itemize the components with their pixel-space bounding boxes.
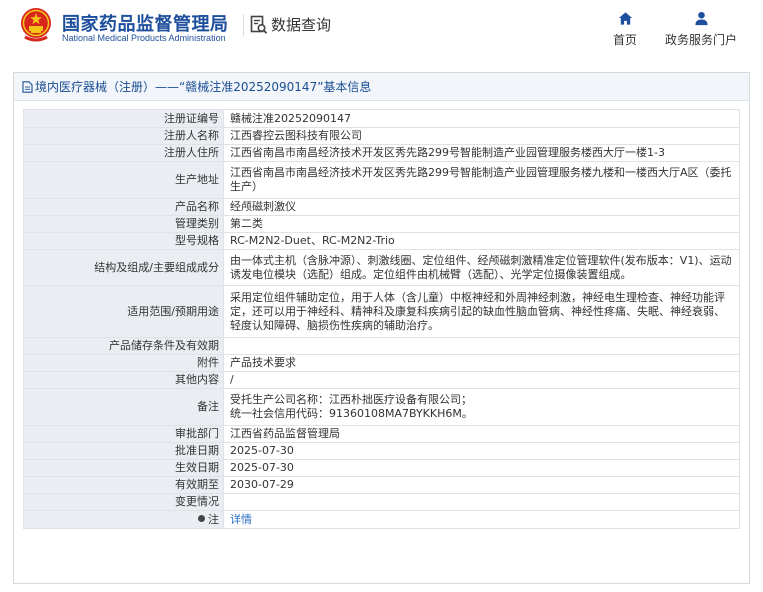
table-row: 生产地址 江西省南昌市南昌经济技术开发区秀先路299号智能制造产业园管理服务楼九… (23, 161, 740, 199)
row-value: 2030-07-29 (223, 476, 740, 494)
bullet-icon (198, 514, 205, 522)
row-label: 其他内容 (23, 371, 224, 389)
user-icon (694, 11, 708, 26)
data-query-link[interactable]: 数据查询 (250, 14, 331, 35)
row-label: 备注 (23, 388, 224, 426)
table-row: 其他内容 / (23, 371, 740, 389)
row-label: 型号规格 (23, 232, 224, 250)
table-row: 产品名称 经颅磁刺激仪 (23, 198, 740, 216)
row-value (223, 337, 740, 355)
panel-header: 境内医疗器械（注册）——“赣械注准20252090147”基本信息 (14, 73, 749, 101)
table-row: 注册人住所 江西省南昌市南昌经济技术开发区秀先路299号智能制造产业园管理服务楼… (23, 144, 740, 162)
row-label: 注 (23, 510, 224, 529)
row-value (223, 493, 740, 511)
table-row: 注册证编号 赣械注准20252090147 (23, 109, 740, 128)
row-label: 有效期至 (23, 476, 224, 494)
nav-home[interactable]: 首页 (608, 11, 642, 48)
table-row: 适用范围/预期用途 采用定位组件辅助定位，用于人体（含儿童）中枢神经和外周神经刺… (23, 285, 740, 338)
row-label: 适用范围/预期用途 (23, 285, 224, 338)
table-row: 附件 产品技术要求 (23, 354, 740, 372)
row-label: 注册人名称 (23, 127, 224, 145)
table-row: 变更情况 (23, 493, 740, 511)
row-label: 产品储存条件及有效期 (23, 337, 224, 355)
row-value: 受托生产公司名称：江西朴拙医疗设备有限公司； 统一社会信用代码：91360108… (223, 388, 740, 426)
row-value: 江西省南昌市南昌经济技术开发区秀先路299号智能制造产业园管理服务楼九楼和一楼西… (223, 161, 740, 199)
row-label: 批准日期 (23, 442, 224, 460)
table-row: 注册人名称 江西睿控云图科技有限公司 (23, 127, 740, 145)
row-label: 注册证编号 (23, 109, 224, 128)
table-row: 产品储存条件及有效期 (23, 337, 740, 355)
nav-service-portal-label: 政务服务门户 (664, 33, 737, 47)
row-label: 变更情况 (23, 493, 224, 511)
entrusted-company-line: 受托生产公司名称：江西朴拙医疗设备有限公司； (230, 393, 472, 406)
credit-code-line: 统一社会信用代码：91360108MA7BYKKH6M。 (230, 407, 473, 420)
details-link[interactable]: 详情 (223, 510, 740, 529)
table-row: 有效期至 2030-07-29 (23, 476, 740, 494)
table-row: 注 详情 (23, 510, 740, 529)
row-value: 江西省药品监督管理局 (223, 425, 740, 443)
table-row: 型号规格 RC-M2N2-Duet、RC-M2N2-Trio (23, 232, 740, 250)
row-value: 赣械注准20252090147 (223, 109, 740, 128)
row-value: / (223, 371, 740, 389)
row-value: 2025-07-30 (223, 442, 740, 460)
row-value: 产品技术要求 (223, 354, 740, 372)
row-label: 结构及组成/主要组成成分 (23, 249, 224, 286)
row-label: 管理类别 (23, 215, 224, 233)
row-value: 第二类 (223, 215, 740, 233)
row-label: 生效日期 (23, 459, 224, 477)
row-label: 生产地址 (23, 161, 224, 199)
nav-service-portal[interactable]: 政务服务门户 (660, 11, 742, 48)
nav-home-label: 首页 (612, 33, 637, 47)
basic-info-panel: 境内医疗器械（注册）——“赣械注准20252090147”基本信息 注册证编号 … (13, 72, 750, 584)
org-name-en: National Medical Products Administration (62, 33, 226, 43)
row-value: RC-M2N2-Duet、RC-M2N2-Trio (223, 232, 740, 250)
panel-title: 境内医疗器械（注册）——“赣械注准20252090147”基本信息 (35, 80, 372, 94)
data-query-label: 数据查询 (271, 16, 332, 34)
note-label: 注 (208, 512, 219, 526)
table-row: 生效日期 2025-07-30 (23, 459, 740, 477)
row-label: 审批部门 (23, 425, 224, 443)
row-value: 江西睿控云图科技有限公司 (223, 127, 740, 145)
national-emblem-icon (21, 8, 51, 42)
row-value: 经颅磁刺激仪 (223, 198, 740, 216)
search-document-icon (250, 15, 268, 34)
table-row: 备注 受托生产公司名称：江西朴拙医疗设备有限公司； 统一社会信用代码：91360… (23, 388, 740, 426)
row-label: 附件 (23, 354, 224, 372)
row-value: 江西省南昌市南昌经济技术开发区秀先路299号智能制造产业园管理服务楼西大厅一楼1… (223, 144, 740, 162)
registration-info-table: 注册证编号 赣械注准20252090147 注册人名称 江西睿控云图科技有限公司… (23, 109, 740, 529)
table-row: 管理类别 第二类 (23, 215, 740, 233)
row-value: 采用定位组件辅助定位，用于人体（含儿童）中枢神经和外周神经刺激，神经电生理检查、… (223, 285, 740, 338)
table-row: 审批部门 江西省药品监督管理局 (23, 425, 740, 443)
row-value: 2025-07-30 (223, 459, 740, 477)
home-icon (618, 12, 632, 25)
row-label: 产品名称 (23, 198, 224, 216)
row-label: 注册人住所 (23, 144, 224, 162)
header-divider (243, 14, 244, 36)
document-icon (22, 80, 33, 93)
table-row: 结构及组成/主要组成成分 由一体式主机（含脉冲源）、刺激线圈、定位组件、经颅磁刺… (23, 249, 740, 286)
row-value: 由一体式主机（含脉冲源）、刺激线圈、定位组件、经颅磁刺激精准定位管理软件(发布版… (223, 249, 740, 286)
table-row: 批准日期 2025-07-30 (23, 442, 740, 460)
site-header: 国家药品监督管理局 National Medical Products Admi… (0, 0, 763, 60)
